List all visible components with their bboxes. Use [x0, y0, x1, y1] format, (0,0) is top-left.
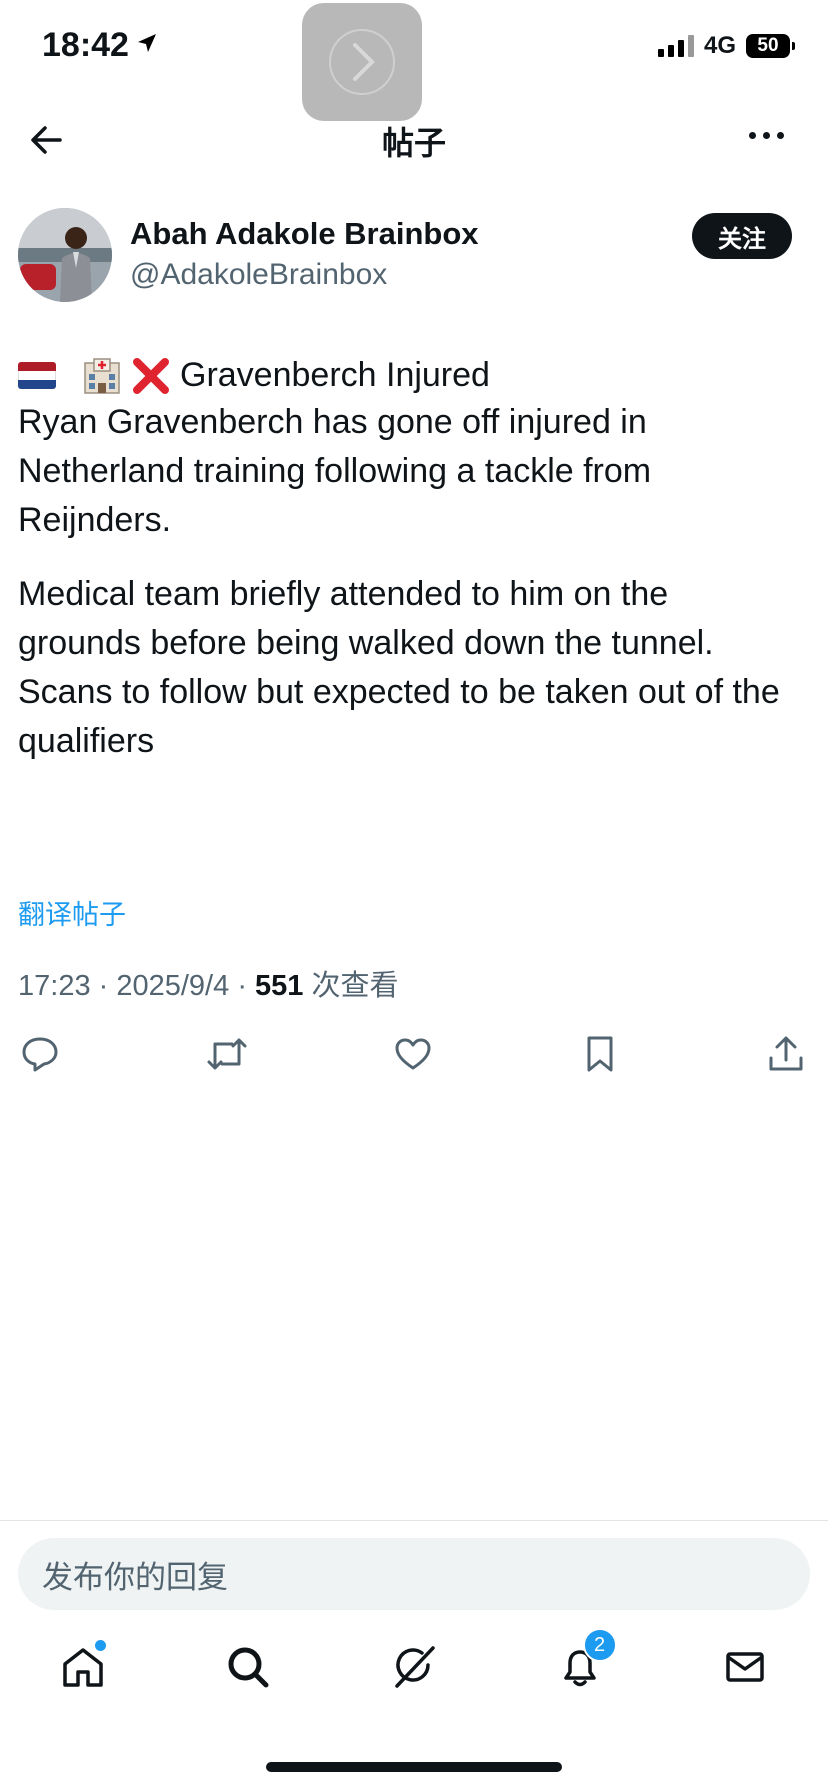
reply-input[interactable]: 发布你的回复: [18, 1538, 810, 1610]
chevron-right-icon: [329, 29, 395, 95]
battery-level: 50: [757, 35, 779, 56]
view-label: 次查看: [311, 970, 399, 1002]
repost-button[interactable]: [205, 1032, 249, 1076]
hospital-icon: [82, 357, 122, 395]
tab-home[interactable]: [56, 1640, 110, 1694]
heart-icon: [395, 1038, 431, 1070]
netherlands-flag-icon: [18, 362, 56, 389]
tab-grok[interactable]: [387, 1640, 441, 1694]
battery-icon: 50: [746, 34, 795, 58]
translate-post-link[interactable]: 翻译帖子: [18, 893, 126, 932]
bottom-tab-bar: 2: [0, 1628, 828, 1694]
tab-notifications[interactable]: 2: [553, 1628, 617, 1694]
follow-button[interactable]: 关注: [692, 213, 792, 259]
post-paragraph-1: Ryan Gravenberch has gone off injured in…: [18, 403, 652, 539]
view-count: 551: [255, 970, 304, 1002]
notifications-badge: 2: [582, 1628, 617, 1662]
signal-icon: [657, 35, 694, 57]
bookmark-icon: [587, 1036, 612, 1072]
mail-icon: [726, 1652, 764, 1682]
author-handle[interactable]: @AdakoleBrainbox: [130, 258, 387, 292]
share-icon: [769, 1036, 803, 1071]
repost-icon: [207, 1038, 246, 1070]
location-arrow-icon: [135, 31, 159, 60]
more-dot-icon: [749, 132, 756, 139]
comment-icon: [22, 1037, 58, 1072]
status-bar-time: 18:42: [42, 26, 159, 65]
tab-messages[interactable]: [718, 1640, 772, 1694]
share-button[interactable]: [764, 1032, 808, 1076]
post-headline: Gravenberch Injured: [180, 356, 490, 394]
floating-forward-button[interactable]: [302, 3, 422, 121]
home-indicator[interactable]: [266, 1762, 562, 1772]
tab-search[interactable]: [221, 1640, 275, 1694]
divider: [0, 1520, 828, 1521]
more-dot-icon: [763, 132, 770, 139]
post-time: 17:23: [18, 970, 91, 1002]
post-meta: 17:23 · 2025/9/4 · 551 次查看: [18, 970, 399, 1002]
search-icon: [228, 1647, 269, 1688]
clock: 18:42: [42, 26, 129, 64]
post-headline-line: Gravenberch Injured: [18, 356, 490, 395]
page-title: 帖子: [381, 125, 446, 161]
more-dot-icon: [777, 132, 784, 139]
post-actions: [18, 1032, 808, 1076]
cross-mark-icon: [132, 357, 170, 395]
status-indicators: 4G 50: [657, 32, 795, 60]
post-date: 2025/9/4: [116, 970, 230, 1002]
grok-icon: [395, 1646, 435, 1688]
bookmark-button[interactable]: [578, 1032, 622, 1076]
unread-dot: [94, 1640, 106, 1651]
reply-button[interactable]: [18, 1032, 62, 1076]
like-button[interactable]: [391, 1032, 435, 1076]
more-options-button[interactable]: [749, 132, 784, 139]
network-type: 4G: [703, 32, 736, 59]
avatar[interactable]: [18, 208, 112, 302]
author-name[interactable]: Abah Adakole Brainbox: [130, 216, 479, 252]
post-paragraph-2: Medical team briefly attended to him on …: [18, 575, 780, 760]
